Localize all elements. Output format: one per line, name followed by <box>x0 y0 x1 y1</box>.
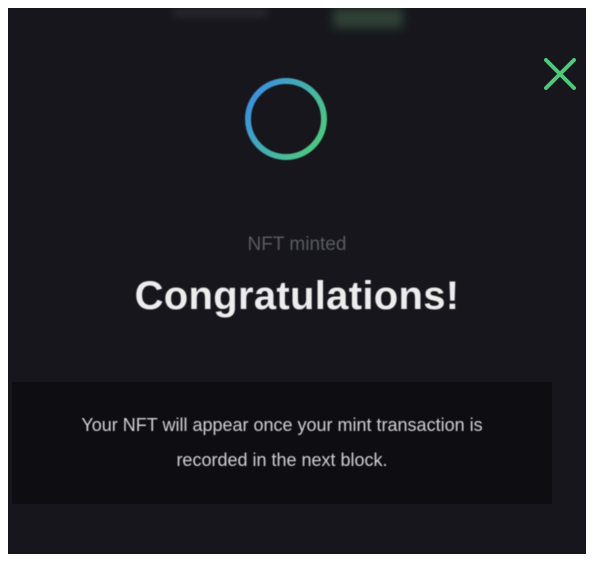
headline: Congratulations! <box>134 274 460 318</box>
mint-success-modal: NFT minted Congratulations! Your NFT wil… <box>8 8 586 554</box>
background-tab-blur <box>173 8 268 17</box>
close-icon <box>544 58 576 90</box>
notice-message: Your NFT will appear once your mint tran… <box>81 415 483 470</box>
close-button[interactable] <box>540 54 580 94</box>
background-button-blur <box>333 8 403 28</box>
loading-ring-icon <box>245 78 327 160</box>
status-subtitle: NFT minted <box>247 234 347 255</box>
info-notice: Your NFT will appear once your mint tran… <box>12 382 552 504</box>
